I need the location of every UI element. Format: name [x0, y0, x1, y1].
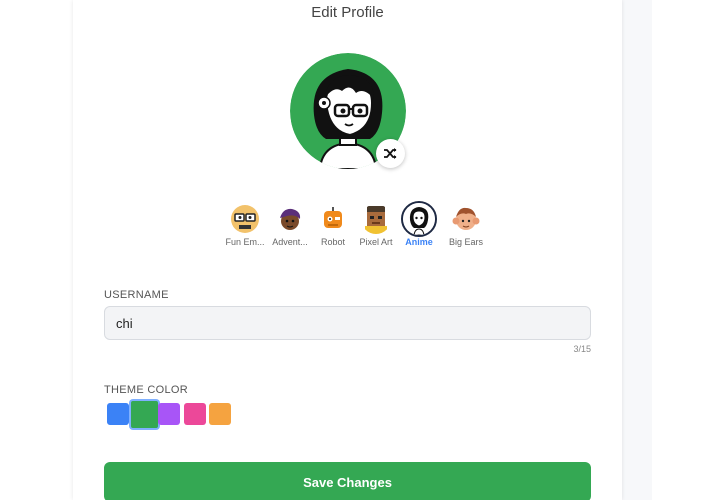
style-option-label: Pixel Art [359, 237, 393, 247]
color-swatch-pink[interactable] [184, 403, 206, 425]
style-option-label: Robot [320, 237, 346, 247]
nerd-emoji-avatar-icon [230, 204, 260, 234]
style-option-label: Fun Em... [225, 237, 265, 247]
pixel-art-avatar-icon [361, 204, 391, 234]
style-option-anime[interactable]: Anime [395, 200, 443, 247]
color-swatch-green[interactable] [131, 401, 158, 428]
shuffle-icon [384, 148, 397, 159]
style-option-label: Anime [405, 237, 433, 247]
avatar-preview [290, 53, 406, 169]
big-ears-avatar-icon [451, 204, 481, 234]
page-title: Edit Profile [311, 4, 384, 21]
robot-avatar-icon [318, 204, 348, 234]
style-option-pixel-art[interactable]: Pixel Art [352, 200, 400, 247]
username-input[interactable] [104, 306, 591, 340]
color-swatch-purple[interactable] [158, 403, 180, 425]
save-changes-button[interactable]: Save Changes [104, 462, 591, 500]
color-swatch-blue[interactable] [107, 403, 129, 425]
username-char-counter: 3/15 [573, 344, 591, 354]
right-gutter [622, 0, 652, 500]
theme-color-label: THEME COLOR [104, 384, 188, 396]
edit-profile-card: Edit Profile Fun Em... Advent... Robot P… [73, 0, 622, 500]
style-option-label: Big Ears [448, 237, 483, 247]
adventurer-avatar-icon [275, 204, 305, 234]
style-option-fun-emoji[interactable]: Fun Em... [221, 200, 269, 247]
style-option-label: Advent... [272, 237, 308, 247]
shuffle-avatar-button[interactable] [376, 139, 405, 168]
avatar-style-picker: Fun Em... Advent... Robot Pixel Art Anim… [221, 200, 483, 250]
color-swatch-orange[interactable] [209, 403, 231, 425]
style-option-adventurer[interactable]: Advent... [266, 200, 314, 247]
style-option-big-ears[interactable]: Big Ears [442, 200, 490, 247]
anime-avatar-icon [401, 201, 437, 237]
style-option-robot[interactable]: Robot [309, 200, 357, 247]
username-label: USERNAME [104, 289, 169, 301]
